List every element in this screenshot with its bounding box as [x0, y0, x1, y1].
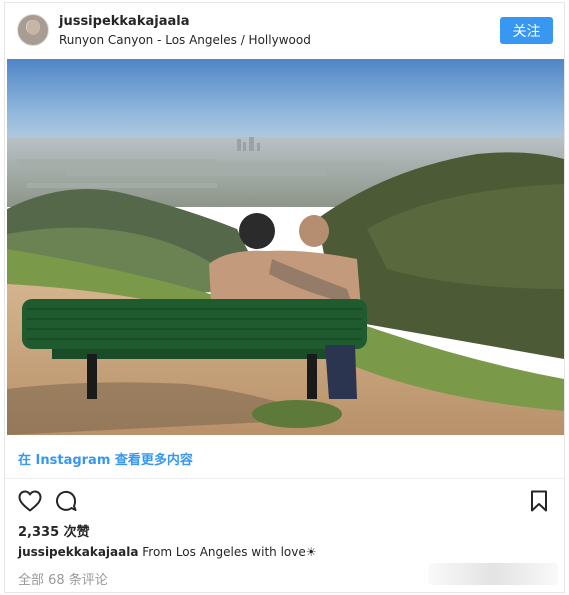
- view-all-comments-link[interactable]: 全部 68 条评论: [18, 569, 108, 588]
- post-header: jussipekkakajaala Runyon Canyon - Los An…: [5, 3, 564, 59]
- post-photo[interactable]: [7, 59, 564, 435]
- post-username[interactable]: jussipekkakajaala: [59, 14, 189, 29]
- post-location[interactable]: Runyon Canyon - Los Angeles / Hollywood: [59, 33, 311, 47]
- caption-text: From Los Angeles with love☀: [142, 545, 317, 559]
- bookmark-icon[interactable]: [525, 487, 553, 515]
- like-count[interactable]: 2,335 次赞: [18, 521, 90, 540]
- blurred-watermark: [428, 563, 558, 585]
- comment-icon[interactable]: [52, 487, 80, 515]
- post-caption: jussipekkakajaala From Los Angeles with …: [18, 545, 317, 559]
- avatar[interactable]: [17, 14, 49, 46]
- post-photo-image: [7, 59, 564, 435]
- follow-button[interactable]: 关注: [500, 17, 553, 44]
- post-card: jussipekkakajaala Runyon Canyon - Los An…: [4, 2, 565, 593]
- post-actions: [5, 483, 564, 519]
- view-more-on-instagram-link[interactable]: 在 Instagram 查看更多内容: [18, 449, 193, 468]
- instagram-link-row: 在 Instagram 查看更多内容: [5, 435, 564, 479]
- caption-username[interactable]: jussipekkakajaala: [18, 545, 138, 559]
- heart-icon[interactable]: [16, 487, 44, 515]
